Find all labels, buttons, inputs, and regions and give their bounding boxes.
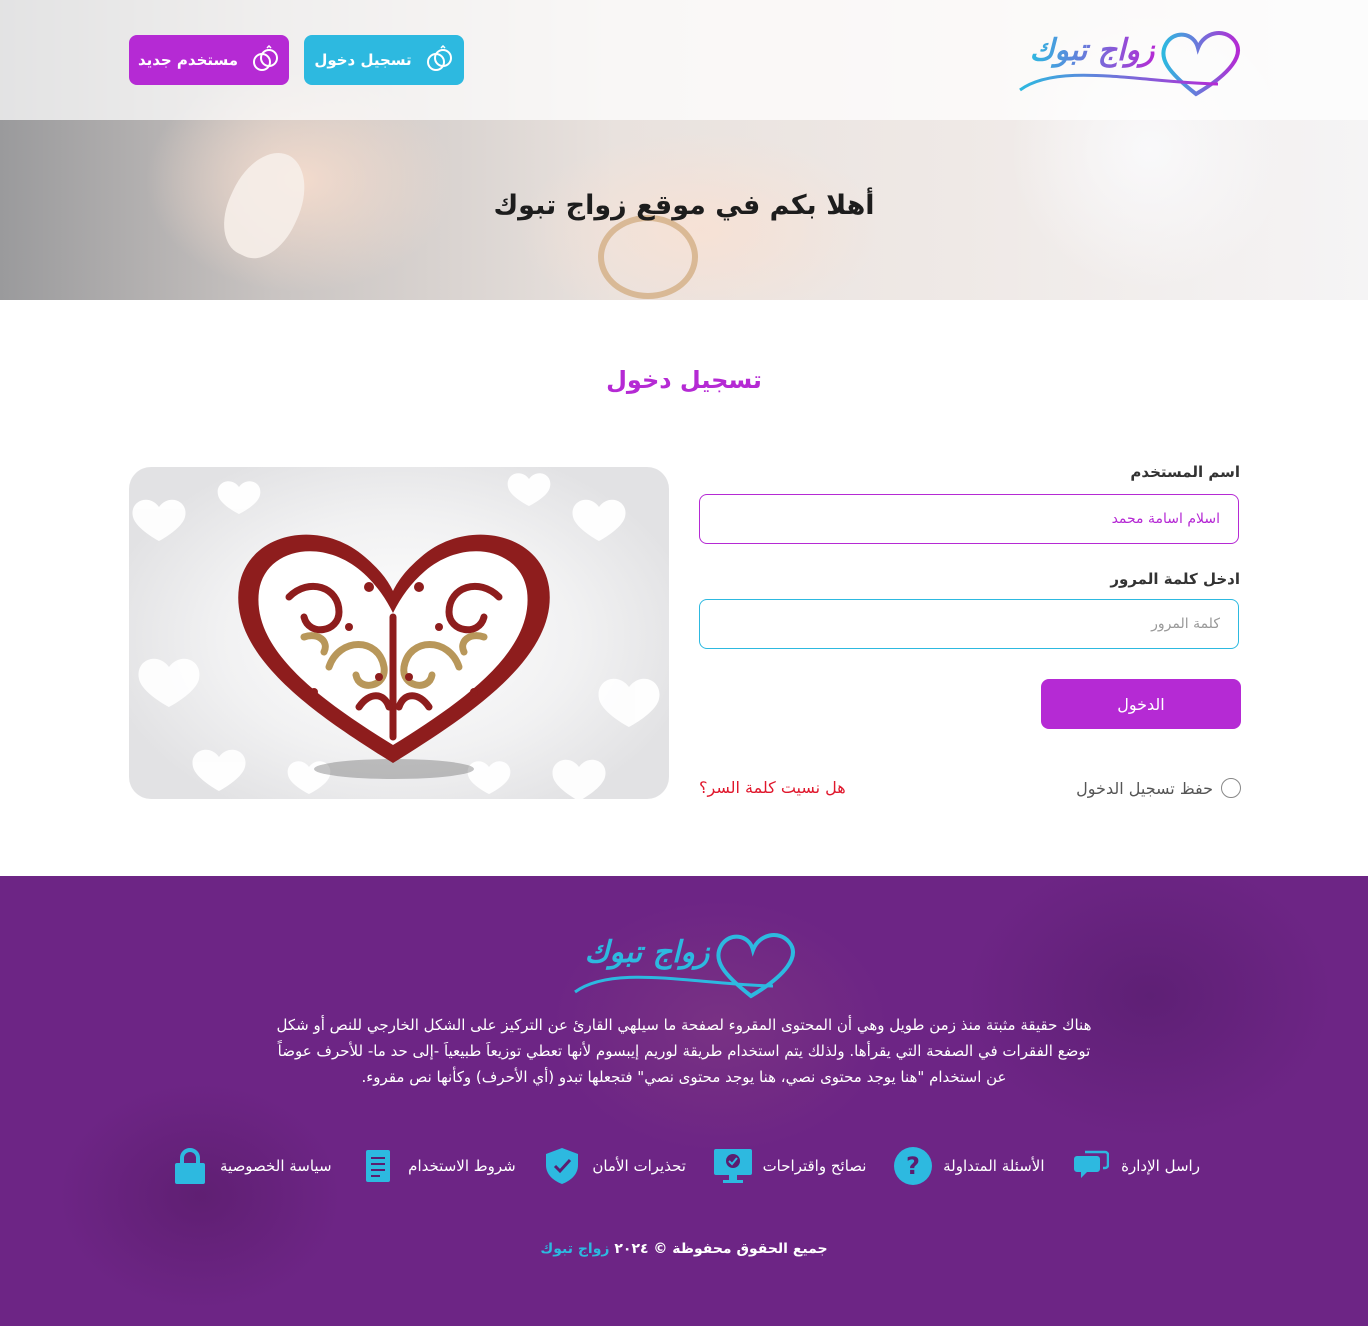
site-footer: زواج تبوك هناك حقيقة مثبتة منذ زمن طويل … (0, 876, 1368, 1326)
footer-link-label: سياسة الخصوصية (220, 1157, 332, 1175)
footer-link-tips[interactable]: نصائح واقتراحات (713, 1146, 867, 1186)
heart-ornament-icon (132, 473, 660, 799)
submit-login-button[interactable]: الدخول (1041, 679, 1241, 729)
remember-me-label: حفظ تسجيل الدخول (1076, 778, 1213, 798)
site-logo[interactable]: زواج تبوك (1018, 22, 1242, 98)
logo-heart-icon: زواج تبوك (574, 933, 795, 999)
copyright-prefix: جميع الحقوق محفوظة © ٢٠٢٤ (614, 1241, 828, 1257)
copyright-text: جميع الحقوق محفوظة © ٢٠٢٤ زواج تبوك (0, 1241, 1368, 1257)
forgot-password-link[interactable]: هل نسيت كلمة السر؟ (699, 778, 846, 797)
login-button[interactable]: تسجيل دخول (304, 35, 464, 85)
password-label: ادخل كلمة المرور (1110, 570, 1240, 588)
chat-icon (1071, 1146, 1111, 1186)
monitor-check-icon (713, 1146, 753, 1186)
remember-me-radio[interactable] (1221, 778, 1241, 798)
hero-banner: زواج تبوك تسجيل دخول مستخدم جديد أهلا بك… (0, 0, 1368, 300)
footer-link-label: شروط الاستخدام (408, 1157, 516, 1175)
footer-link-contact-admin[interactable]: راسل الإدارة (1071, 1146, 1200, 1186)
footer-description: هناك حقيقة مثبتة منذ زمن طويل وهي أن الم… (276, 1016, 1092, 1086)
logo-heart-icon: زواج تبوك (1019, 31, 1240, 97)
login-section-title: تسجيل دخول (606, 366, 762, 394)
footer-link-safety[interactable]: تحذيرات الأمان (542, 1146, 686, 1186)
footer-link-label: نصائح واقتراحات (762, 1157, 867, 1175)
footer-link-terms[interactable]: شروط الاستخدام (358, 1146, 516, 1186)
copyright-brand-link[interactable]: زواج تبوك (540, 1241, 609, 1257)
password-input[interactable] (699, 599, 1239, 649)
footer-logo[interactable]: زواج تبوك (573, 924, 797, 1000)
username-input[interactable] (699, 494, 1239, 544)
lock-icon (170, 1146, 210, 1186)
new-user-button-label: مستخدم جديد (137, 51, 239, 69)
login-button-label: تسجيل دخول (314, 51, 412, 69)
question-icon: ? (893, 1146, 933, 1186)
logo-text: زواج تبوك (1030, 33, 1156, 68)
footer-link-label: الأسئلة المتداولة (943, 1157, 1045, 1175)
footer-logo-text: زواج تبوك (585, 935, 711, 970)
svg-text:?: ? (906, 1152, 920, 1180)
document-icon (358, 1146, 398, 1186)
footer-link-privacy[interactable]: سياسة الخصوصية (170, 1146, 332, 1186)
rings-icon (426, 45, 452, 71)
new-user-button[interactable]: مستخدم جديد (129, 35, 289, 85)
footer-link-label: تحذيرات الأمان (592, 1157, 686, 1175)
footer-links: راسل الإدارة ? الأسئلة المتداولة نصائح و… (170, 1144, 1200, 1188)
shield-check-icon (542, 1146, 582, 1186)
rings-icon (253, 45, 279, 71)
footer-link-faq[interactable]: ? الأسئلة المتداولة (893, 1146, 1045, 1186)
welcome-title: أهلا بكم في موقع زواج تبوك (493, 190, 875, 221)
remember-me-option[interactable]: حفظ تسجيل الدخول (1076, 778, 1241, 798)
footer-link-label: راسل الإدارة (1121, 1157, 1200, 1175)
hero-ring-decoration (598, 215, 698, 299)
username-label: اسم المستخدم (1130, 463, 1240, 481)
decorative-heart-image (129, 467, 669, 799)
